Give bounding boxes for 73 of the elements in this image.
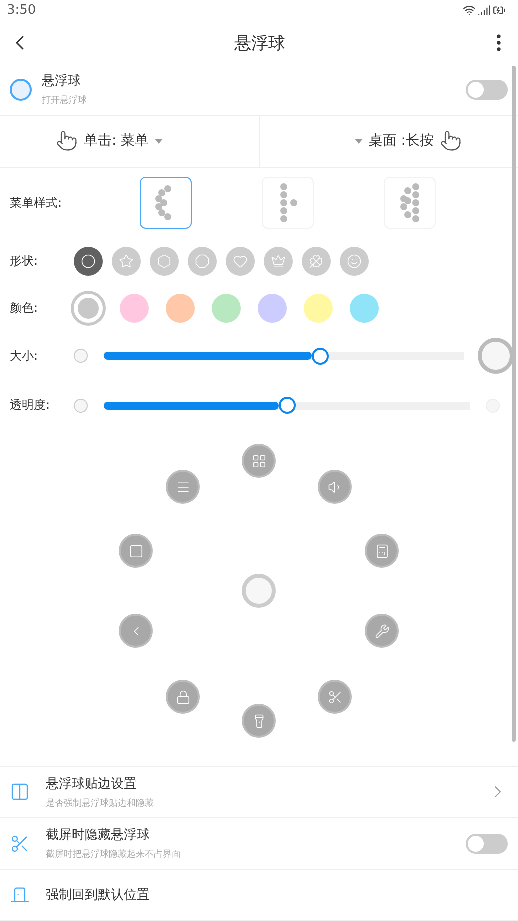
slider-label: 大小: [10, 348, 40, 365]
gesture-dropdown[interactable]: 单击: 菜单 [0, 116, 258, 167]
hand-icon [440, 130, 462, 152]
setting-subtitle: 截屏时把悬浮球隐藏起来不占界面 [46, 848, 182, 862]
color-swatch[interactable] [120, 294, 149, 322]
circle-icon [81, 254, 96, 270]
lock-shortcut-button[interactable] [166, 680, 200, 714]
octagon-shape-option[interactable] [188, 247, 217, 276]
menu-shortcut-button[interactable] [166, 470, 200, 504]
slider-label: 透明度: [10, 397, 52, 414]
crown-icon [271, 254, 286, 270]
color-swatch[interactable] [74, 294, 103, 322]
scissors-shortcut-button[interactable] [318, 680, 352, 714]
apps-shortcut-button[interactable] [242, 444, 276, 478]
setting-subtitle: 打开悬浮球 [42, 94, 88, 108]
min-circle-icon [74, 398, 88, 413]
menu-style-label: 菜单样式: [10, 194, 64, 212]
panel-icon [10, 782, 30, 802]
hand-icon [56, 130, 78, 152]
floating-ball-preview [242, 574, 276, 608]
clover-shape-option[interactable] [302, 247, 331, 276]
color-swatch[interactable] [212, 294, 241, 322]
signal-icon [478, 4, 491, 18]
scissors-icon [10, 834, 30, 854]
caret-icon [155, 138, 164, 144]
tools-shortcut-button[interactable] [365, 614, 399, 648]
volume-shortcut-button[interactable] [318, 470, 352, 504]
hexagon-icon [157, 254, 172, 270]
clover-icon [309, 254, 324, 270]
toggle-switch[interactable] [466, 834, 508, 854]
menu-icon [176, 480, 190, 495]
max-circle-icon [478, 338, 514, 374]
caret-icon [354, 138, 363, 144]
heart-shape-option[interactable] [226, 247, 255, 276]
smile-icon [347, 254, 362, 270]
color-swatch[interactable] [350, 294, 379, 322]
toggle-switch[interactable] [466, 80, 508, 100]
setting-title: 悬浮球贴边设置 [46, 776, 138, 793]
heart-icon [233, 254, 248, 270]
floating-ball-icon [10, 78, 32, 101]
setting-title: 悬浮球 [42, 73, 82, 90]
star-shape-option[interactable] [112, 247, 141, 276]
crown-shape-option[interactable] [264, 247, 293, 276]
color-swatch[interactable] [258, 294, 287, 322]
calculator-shortcut-button[interactable] [365, 534, 399, 568]
apps-icon [252, 454, 266, 469]
home-icon [128, 544, 144, 559]
color-label: 颜色: [10, 300, 40, 316]
setting-subtitle: 是否强制悬浮球贴边和隐藏 [46, 798, 155, 810]
shape-label: 形状: [10, 253, 40, 270]
flashlight-shortcut-button[interactable] [242, 704, 276, 738]
color-swatch[interactable] [304, 294, 333, 322]
menu-style-option[interactable] [140, 177, 192, 230]
smile-shape-option[interactable] [340, 247, 369, 276]
scissors-icon [328, 690, 342, 705]
circle-shape-option[interactable] [74, 247, 103, 276]
min-circle-icon [74, 349, 88, 364]
star-icon [119, 254, 134, 270]
slider-thumb[interactable] [312, 348, 329, 365]
status-time: 3:50 [7, 3, 36, 18]
tools-icon [374, 624, 390, 639]
slider-thumb[interactable] [279, 397, 296, 414]
color-swatch[interactable] [166, 294, 195, 322]
hexagon-shape-option[interactable] [150, 247, 179, 276]
home-shortcut-button[interactable] [119, 534, 153, 568]
calculator-icon [374, 544, 390, 559]
battery-icon [493, 4, 506, 18]
back-shortcut-button[interactable] [119, 614, 153, 648]
page-title: 悬浮球 [234, 32, 286, 55]
setting-title: 截屏时隐藏悬浮球 [46, 827, 151, 844]
lock-icon [176, 690, 190, 705]
setting-title: 强制回到默认位置 [46, 886, 151, 904]
octagon-icon [195, 254, 210, 270]
